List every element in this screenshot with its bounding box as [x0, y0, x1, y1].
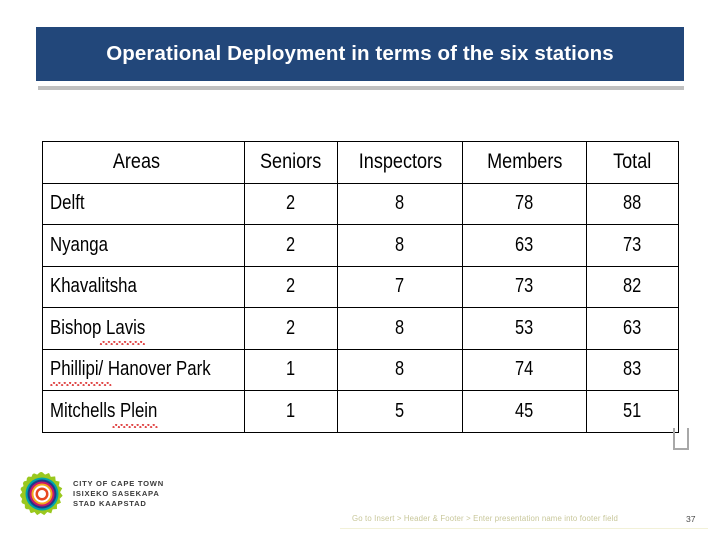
area-label: Khavalitsha — [50, 275, 137, 298]
area-label: Delft — [50, 192, 85, 215]
cell-members[interactable]: 74 — [462, 348, 587, 391]
cell-area[interactable]: Delft — [42, 182, 245, 225]
cell-members[interactable]: 78 — [462, 182, 587, 225]
total-value: 73 — [623, 233, 642, 256]
table-resize-handle[interactable] — [673, 428, 689, 450]
logo-line-afrikaans: STAD KAAPSTAD — [73, 499, 147, 508]
logo-line-english: CITY OF CAPE TOWN — [73, 478, 164, 488]
cell-inspectors[interactable]: 8 — [337, 182, 463, 225]
cell-inspectors[interactable]: 5 — [337, 390, 463, 433]
members-value: 73 — [515, 275, 534, 298]
inspectors-value: 8 — [395, 358, 405, 381]
inspectors-value: 8 — [395, 233, 405, 256]
spellcheck-underline — [50, 382, 112, 387]
inspectors-value: 8 — [395, 316, 405, 339]
cell-area[interactable]: Khavalitsha — [42, 265, 245, 308]
cell-seniors[interactable]: 2 — [244, 307, 338, 350]
area-label: Mitchells Plein — [50, 400, 157, 428]
total-value: 51 — [623, 399, 642, 422]
column-header-areas: Areas — [42, 141, 245, 184]
total-value: 82 — [623, 275, 642, 298]
cell-area[interactable]: Phillipi/ Hanover Park — [42, 348, 245, 391]
deployment-table-container[interactable]: Areas Seniors Inspectors Members Total D… — [42, 141, 679, 433]
spellcheck-underline — [99, 340, 146, 345]
inspectors-value: 5 — [395, 399, 405, 422]
column-header-total-label: Total — [613, 150, 652, 174]
cape-town-emblem-icon — [20, 472, 64, 516]
column-header-areas-label: Areas — [112, 150, 161, 174]
footer-divider-rule — [340, 528, 708, 529]
cell-total[interactable]: 51 — [586, 390, 679, 433]
members-value: 78 — [515, 192, 534, 215]
cell-inspectors[interactable]: 8 — [337, 224, 463, 267]
slide-title-bar: Operational Deployment in terms of the s… — [36, 27, 684, 81]
cell-seniors[interactable]: 2 — [244, 224, 338, 267]
footer-placeholder-text: Go to Insert > Header & Footer > Enter p… — [352, 514, 618, 523]
area-label: Nyanga — [50, 233, 108, 256]
column-header-inspectors-label: Inspectors — [358, 150, 442, 174]
table-header-row: Areas Seniors Inspectors Members Total — [42, 141, 679, 184]
inspectors-value: 7 — [395, 275, 405, 298]
cell-total[interactable]: 88 — [586, 182, 679, 225]
cell-seniors[interactable]: 1 — [244, 348, 338, 391]
cell-members[interactable]: 73 — [462, 265, 587, 308]
column-header-seniors-label: Seniors — [260, 150, 322, 174]
cell-members[interactable]: 63 — [462, 224, 587, 267]
cell-total[interactable]: 83 — [586, 348, 679, 391]
cell-inspectors[interactable]: 8 — [337, 348, 463, 391]
seniors-value: 2 — [286, 233, 296, 256]
cell-total[interactable]: 73 — [586, 224, 679, 267]
cell-seniors[interactable]: 2 — [244, 265, 338, 308]
seniors-value: 1 — [286, 399, 296, 422]
cell-total[interactable]: 63 — [586, 307, 679, 350]
inspectors-value: 8 — [395, 192, 405, 215]
slide-title: Operational Deployment in terms of the s… — [106, 42, 614, 65]
cell-total[interactable]: 82 — [586, 265, 679, 308]
city-of-cape-town-logo: CITY OF CAPE TOWN ISIXEKO SASEKAPA STAD … — [20, 472, 164, 516]
table-row[interactable]: Nyanga 2 8 63 73 — [42, 224, 679, 267]
cell-seniors[interactable]: 2 — [244, 182, 338, 225]
logo-line-xhosa: ISIXEKO SASEKAPA — [73, 488, 160, 498]
area-label: Bishop Lavis — [50, 317, 145, 345]
cell-members[interactable]: 45 — [462, 390, 587, 433]
cell-inspectors[interactable]: 8 — [337, 307, 463, 350]
members-value: 63 — [515, 233, 534, 256]
table-row[interactable]: Mitchells Plein 1 5 45 51 — [42, 390, 679, 433]
column-header-seniors: Seniors — [244, 141, 338, 184]
table-row[interactable]: Delft 2 8 78 88 — [42, 182, 679, 225]
seniors-value: 2 — [286, 275, 296, 298]
table-row[interactable]: Bishop Lavis 2 8 53 63 — [42, 307, 679, 350]
seniors-value: 2 — [286, 192, 296, 215]
cell-seniors[interactable]: 1 — [244, 390, 338, 433]
area-label: Phillipi/ Hanover Park — [50, 358, 211, 387]
cell-area[interactable]: Bishop Lavis — [42, 307, 245, 350]
total-value: 88 — [623, 192, 642, 215]
spellcheck-underline — [112, 423, 158, 428]
title-divider-rule — [38, 86, 684, 90]
seniors-value: 1 — [286, 358, 296, 381]
table-body: Delft 2 8 78 88 Nyanga 2 8 63 73 Khavali… — [42, 182, 679, 433]
table-row[interactable]: Khavalitsha 2 7 73 82 — [42, 265, 679, 308]
column-header-members: Members — [462, 141, 587, 184]
cell-inspectors[interactable]: 7 — [337, 265, 463, 308]
cell-area[interactable]: Mitchells Plein — [42, 390, 245, 433]
cell-members[interactable]: 53 — [462, 307, 587, 350]
logo-wordmark: CITY OF CAPE TOWN ISIXEKO SASEKAPA STAD … — [73, 479, 164, 509]
table-row[interactable]: Phillipi/ Hanover Park 1 8 74 83 — [42, 348, 679, 391]
slide-number: 37 — [686, 514, 696, 524]
members-value: 74 — [515, 358, 534, 381]
members-value: 53 — [515, 316, 534, 339]
total-value: 83 — [623, 358, 642, 381]
deployment-table[interactable]: Areas Seniors Inspectors Members Total D… — [42, 141, 679, 433]
cell-area[interactable]: Nyanga — [42, 224, 245, 267]
column-header-members-label: Members — [486, 150, 563, 174]
column-header-inspectors: Inspectors — [337, 141, 463, 184]
column-header-total: Total — [586, 141, 679, 184]
seniors-value: 2 — [286, 316, 296, 339]
members-value: 45 — [515, 399, 534, 422]
total-value: 63 — [623, 316, 642, 339]
